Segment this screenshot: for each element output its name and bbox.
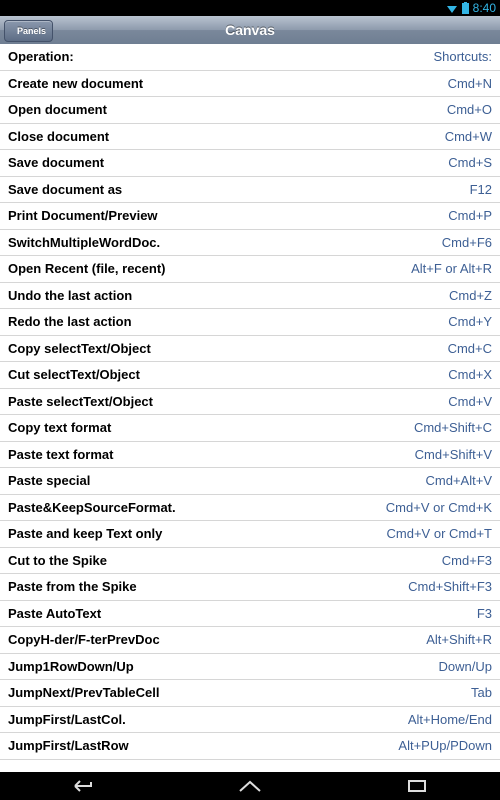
operation-label: Undo the last action xyxy=(8,287,133,303)
list-item[interactable]: JumpNext/PrevTableCell Tab xyxy=(0,680,500,707)
status-time: 8:40 xyxy=(472,1,496,15)
list-item[interactable]: Paste text format Cmd+Shift+V xyxy=(0,442,500,468)
operation-label: Copy selectText/Object xyxy=(8,340,151,356)
list-item[interactable]: Cut to the Spike Cmd+F3 xyxy=(0,548,500,574)
operation-label: Close document xyxy=(8,128,110,144)
operation-label: Save document as xyxy=(8,181,123,197)
status-icons: 8:40 xyxy=(446,0,496,16)
shortcut-value: Cmd+O xyxy=(446,102,492,118)
shortcut-value: Cmd+Shift+V xyxy=(414,446,492,462)
shortcut-value: Alt+F or Alt+R xyxy=(411,261,492,277)
shortcut-value: Cmd+X xyxy=(448,367,492,383)
home-nav-button[interactable] xyxy=(230,774,270,798)
shortcut-list[interactable]: Operation: Shortcuts: Create new documen… xyxy=(0,44,500,775)
operation-label: Paste special xyxy=(8,473,91,489)
operation-label: Paste text format xyxy=(8,446,114,462)
shortcut-value: Alt+Home/End xyxy=(407,711,492,727)
list-item[interactable]: Open Recent (file, recent) Alt+F or Alt+R xyxy=(0,256,500,283)
recents-nav-button[interactable] xyxy=(397,774,437,798)
battery-icon xyxy=(461,2,469,14)
list-item[interactable]: SwitchMultipleWordDoc. Cmd+F6 xyxy=(0,230,500,256)
operation-label: JumpNext/PrevTableCell xyxy=(8,685,160,701)
shortcut-value: Cmd+Z xyxy=(449,287,492,303)
list-item[interactable]: Jump1RowDown/Up Down/Up xyxy=(0,654,500,680)
list-item[interactable]: Paste from the Spike Cmd+Shift+F3 xyxy=(0,574,500,601)
operation-label: CopyH-der/F-terPrevDoc xyxy=(8,632,160,648)
operation-label: Paste selectText/Object xyxy=(8,393,153,409)
operation-label: Create new document xyxy=(8,75,144,91)
list-item[interactable]: JumpFirst/LastCol. Alt+Home/End xyxy=(0,707,500,733)
operation-label: Paste and keep Text only xyxy=(8,526,163,542)
operation-label: Open Recent (file, recent) xyxy=(8,261,166,277)
shortcut-value: Cmd+F3 xyxy=(441,552,492,568)
list-item[interactable]: Paste and keep Text only Cmd+V or Cmd+T xyxy=(0,521,500,548)
shortcut-value: Cmd+N xyxy=(447,75,492,91)
page-title: Canvas xyxy=(225,22,275,38)
shortcut-value: Cmd+V or Cmd+K xyxy=(385,499,492,515)
recents-icon xyxy=(407,780,426,792)
list-item[interactable]: Open document Cmd+O xyxy=(0,97,500,124)
list-item[interactable]: Cut selectText/Object Cmd+X xyxy=(0,362,500,389)
back-nav-button[interactable] xyxy=(63,774,103,798)
shortcut-value: F3 xyxy=(476,605,492,621)
home-icon xyxy=(239,780,261,792)
shortcut-value: Cmd+C xyxy=(447,340,492,356)
operation-label: Save document xyxy=(8,155,105,171)
operation-label: Open document xyxy=(8,102,107,118)
shortcut-value: Alt+PUp/PDown xyxy=(398,738,492,754)
status-bar: 8:40 xyxy=(0,0,500,16)
list-item[interactable]: Copy text format Cmd+Shift+C xyxy=(0,415,500,442)
shortcut-value: Cmd+S xyxy=(448,155,492,171)
operation-label: JumpFirst/LastCol. xyxy=(8,711,126,727)
list-item[interactable]: Print Document/Preview Cmd+P xyxy=(0,203,500,230)
list-header: Operation: Shortcuts: xyxy=(0,44,500,71)
list-item[interactable]: Create new document Cmd+N xyxy=(0,71,500,97)
list-item[interactable]: Paste special Cmd+Alt+V xyxy=(0,468,500,495)
shortcut-value: Cmd+F6 xyxy=(441,234,492,250)
operation-label: Paste AutoText xyxy=(8,605,102,621)
shortcut-value: Alt+Shift+R xyxy=(426,632,492,648)
back-icon xyxy=(74,780,93,792)
operation-label: Cut selectText/Object xyxy=(8,367,140,383)
navigation-bar: Panels Canvas xyxy=(0,16,500,45)
list-item[interactable]: Paste&KeepSourceFormat. Cmd+V or Cmd+K xyxy=(0,495,500,521)
operation-label: SwitchMultipleWordDoc. xyxy=(8,234,161,250)
list-item[interactable]: Close document Cmd+W xyxy=(0,124,500,150)
shortcut-value: Cmd+P xyxy=(448,208,492,224)
shortcut-value: Cmd+Shift+F3 xyxy=(408,579,492,595)
operation-header: Operation: xyxy=(8,49,74,65)
operation-label: Redo the last action xyxy=(8,314,132,330)
shortcut-value: Cmd+W xyxy=(444,128,492,144)
operation-label: JumpFirst/LastRow xyxy=(8,738,129,754)
shortcut-value: Cmd+Alt+V xyxy=(425,473,492,489)
list-item[interactable]: Undo the last action Cmd+Z xyxy=(0,283,500,309)
operation-label: Cut to the Spike xyxy=(8,552,107,568)
shortcut-value: Tab xyxy=(471,685,492,701)
operation-label: Paste&KeepSourceFormat. xyxy=(8,499,176,515)
shortcut-value: Cmd+Y xyxy=(448,314,492,330)
operation-label: Copy text format xyxy=(8,420,112,436)
shortcut-value: Cmd+V xyxy=(448,393,492,409)
operation-label: Jump1RowDown/Up xyxy=(8,658,134,674)
list-item[interactable]: CopyH-der/F-terPrevDoc Alt+Shift+R xyxy=(0,627,500,654)
list-item[interactable]: Paste selectText/Object Cmd+V xyxy=(0,389,500,415)
list-item[interactable]: Save document Cmd+S xyxy=(0,150,500,177)
shortcut-value: F12 xyxy=(469,181,492,197)
operation-label: Print Document/Preview xyxy=(8,208,158,224)
list-item[interactable]: JumpFirst/LastRow Alt+PUp/PDown xyxy=(0,733,500,760)
system-nav-bar xyxy=(0,772,500,800)
list-item[interactable]: Save document as F12 xyxy=(0,177,500,203)
shortcut-value: Down/Up xyxy=(438,658,492,674)
shortcut-header: Shortcuts: xyxy=(433,49,492,65)
shortcut-value: Cmd+Shift+C xyxy=(413,420,492,436)
shortcut-value: Cmd+V or Cmd+T xyxy=(386,526,492,542)
list-item[interactable]: Paste AutoText F3 xyxy=(0,601,500,627)
wifi-icon xyxy=(446,6,457,13)
operation-label: Paste from the Spike xyxy=(8,579,137,595)
list-item[interactable]: Redo the last action Cmd+Y xyxy=(0,309,500,336)
list-item[interactable]: Copy selectText/Object Cmd+C xyxy=(0,336,500,362)
